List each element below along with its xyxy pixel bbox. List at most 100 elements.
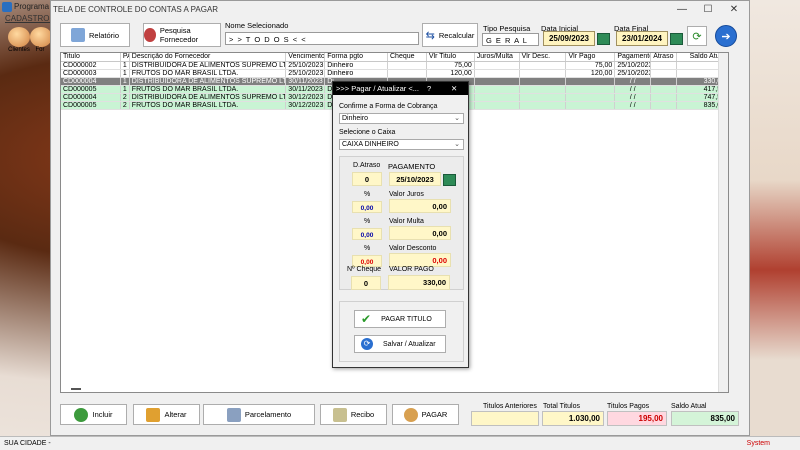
refresh-icon: ⟳ [361,338,373,350]
calendar-icon[interactable] [443,174,456,186]
column-header[interactable]: Vlr Desc. [520,53,567,61]
table-cell [520,94,567,101]
table-cell [475,62,520,69]
column-header[interactable]: Vlr Pago [566,53,616,61]
status-bar: SUA CIDADE - System [0,436,800,450]
checkmark-icon: ✔ [361,312,372,326]
column-header[interactable]: Cheque [388,53,427,61]
toolbar-fornecedores[interactable]: For [30,27,50,59]
column-header[interactable]: Vencimento [286,53,326,61]
column-header[interactable]: Vlr Titulo [427,53,475,61]
salvar-atualizar-button[interactable]: ⟳ Salvar / Atualizar [354,335,446,353]
table-cell: DISTRIBUIDORA DE ALIMENTOS SUPREMO LTDA. [131,62,287,69]
chevron-down-icon: ⌄ [454,115,460,122]
table-cell [475,70,520,77]
juros-pct-label: % [364,191,371,198]
table-cell: 30/11/2023 [286,78,326,85]
valor-desconto-label: Valor Desconto [389,245,437,252]
tipo-pesquisa-select[interactable]: G E R A L [482,33,539,46]
table-cell [651,94,678,101]
dialog-titlebar: >>> Pagar / Atualizar <...? ✕ [333,82,468,95]
valor-juros-input[interactable]: 0,00 [389,199,451,213]
recibo-button[interactable]: Recibo [320,404,387,425]
dialog-title: >>> Pagar / Atualizar <... [336,84,419,93]
parcelamento-button[interactable]: Parcelamento [203,404,315,425]
table-cell [566,102,616,109]
pagar-titulo-button[interactable]: ✔ PAGAR TITULO [354,310,446,328]
calendar-icon[interactable] [670,33,683,45]
titulos-anteriores-label: Titulos Anteriores [483,403,537,410]
next-button[interactable]: ➔ [715,25,737,47]
numero-cheque-label: Nº Cheque [347,266,382,273]
calendar-icon[interactable] [597,33,610,45]
table-cell [520,86,567,93]
table-cell: 1 [121,62,130,69]
data-final-input[interactable]: 23/01/2024 [616,31,668,46]
nome-selecionado-input[interactable]: > > T O D O S < < [225,32,419,45]
maximize-button[interactable]: ☐ [695,1,721,19]
desconto-pct-label: % [364,245,371,252]
table-cell: CD000003 [61,70,121,77]
dias-atraso-value: 0 [352,172,382,186]
pesquisa-fornecedor-button[interactable]: Pesquisa Fornecedor [143,23,221,47]
help-button[interactable]: ? [427,82,431,95]
close-button[interactable]: ✕ [721,1,747,19]
valor-desconto-input[interactable]: 0,00 [389,253,451,267]
column-header[interactable]: Titulo [61,53,121,61]
table-cell: 30/11/2023 [286,86,326,93]
pagar-button[interactable]: PAGAR [392,404,459,425]
dialog-actions: ✔ PAGAR TITULO ⟳ Salvar / Atualizar [339,301,464,362]
caixa-select[interactable]: CAIXA DINHEIRO ⌄ [339,139,464,150]
money-bag-icon [403,407,418,422]
table-cell: FRUTOS DO MAR BRASIL LTDA. [130,102,287,109]
refresh-button[interactable]: ⟳ [687,26,707,46]
table-cell [566,86,616,93]
dialog-close-button[interactable]: ✕ [451,82,457,95]
relatorio-button[interactable]: Relatório [60,23,130,47]
column-header[interactable]: PA [121,53,130,61]
window-controls: — ☐ ✕ [669,1,749,19]
valor-multa-input[interactable]: 0,00 [389,226,451,240]
table-cell: FRUTOS DO MAR BRASIL LTDA. [130,70,287,77]
table-cell: CD000005 [61,86,121,93]
alterar-button[interactable]: Alterar [133,404,200,425]
table-cell [651,86,678,93]
table-cell: 1 [121,70,130,77]
pagamento-date-input[interactable]: 25/10/2023 [389,172,441,186]
table-cell: Dinheiro [325,62,388,69]
table-cell: / / [615,78,652,85]
recalcular-button[interactable]: ⇆ Recalcular [422,23,478,47]
table-cell: DISTRIBUIDORA DE ALIMENTOS SUPREMO LTDA. [131,94,287,101]
multa-pct-input[interactable]: 0,00 [352,228,382,240]
chevron-down-icon: ⌄ [454,141,460,148]
status-city: SUA CIDADE - [4,440,51,447]
pagamento-label: PAGAMENTO [388,162,436,171]
incluir-button[interactable]: Incluir [60,404,127,425]
column-header[interactable]: Pagamento [615,53,652,61]
column-header[interactable]: Descrição do Fornecedor [130,53,287,61]
menu-cadastros[interactable]: CADASTROS [5,14,55,23]
table-cell: FRUTOS DO MAR BRASIL LTDA. [130,86,287,93]
vertical-scrollbar[interactable] [718,53,728,392]
receipt-icon [332,407,347,422]
fornecedores-icon [30,27,50,47]
minimize-button[interactable]: — [669,1,695,19]
table-cell: 120,00 [427,70,475,77]
app-icon [2,2,12,12]
forma-cobranca-select[interactable]: Dinheiro ⌄ [339,113,464,124]
add-icon [74,407,89,422]
column-header[interactable]: Atraso [651,53,678,61]
horizontal-scrollbar[interactable] [71,388,81,390]
column-header[interactable]: Forma pgto [325,53,388,61]
arrow-right-icon: ➔ [721,30,731,43]
table-cell: DISTRIBUIDORA DE ALIMENTOS SUPREMO LTDA. [131,78,287,85]
window-title: TELA DE CONTROLE DO CONTAS A PAGAR [53,5,219,14]
table-row[interactable]: CD000002 1 DISTRIBUIDORA DE ALIMENTOS SUPR… [61,62,728,70]
total-titulos-label: Total Titulos [543,403,580,410]
data-inicial-input[interactable]: 25/09/2023 [543,31,595,46]
juros-pct-input[interactable]: 0,00 [352,201,382,213]
table-cell: 2 [121,94,130,101]
column-header[interactable]: Juros/Multa [475,53,520,61]
table-row[interactable]: CD000003 1 FRUTOS DO MAR BRASIL LTDA. 25/10… [61,70,728,78]
numero-cheque-input[interactable]: 0 [351,276,381,290]
